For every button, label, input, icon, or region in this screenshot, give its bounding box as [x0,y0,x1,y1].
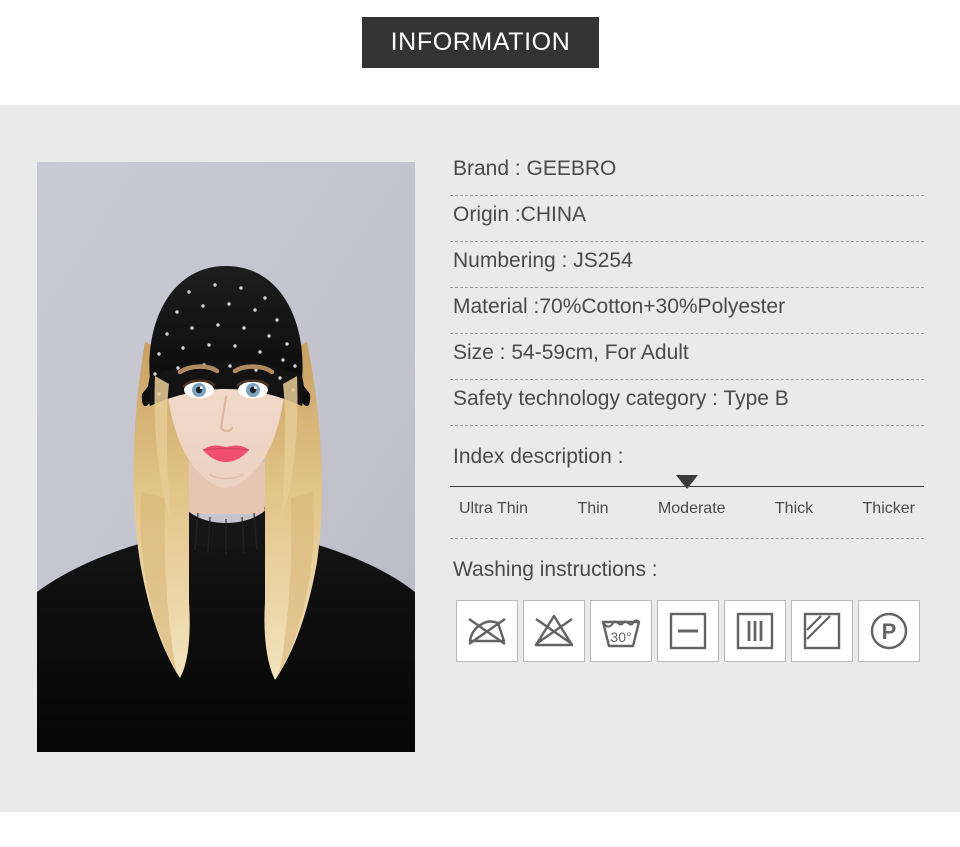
do-not-iron-icon [456,600,518,662]
page-title-banner: INFORMATION [362,17,599,68]
wash-30-degrees-icon: 30° [590,600,652,662]
drip-dry-icon [724,600,786,662]
content-panel: Brand : GEEBRO Origin :CHINA Numbering :… [0,105,960,812]
page-title: INFORMATION [390,28,571,56]
spec-material: Material :70%Cotton+30%Polyester [450,288,924,334]
information-page: INFORMATION Brand: GEEBRO Origin:CHINA… [0,0,960,847]
thickness-level-thick: Thick [774,500,814,517]
thickness-marker-triangle-icon [676,475,698,489]
spec-safety-category: Safety technology category : Type B [450,380,924,426]
thickness-scale-labels: Ultra Thin Thin Moderate Thick Thicker [450,487,924,521]
scale-divider [450,538,924,539]
spec-origin: Origin :CHINA [450,196,924,242]
dry-flat-icon [657,600,719,662]
washing-icons-row: 30° P [450,591,924,662]
dry-clean-letter: P [882,619,897,644]
product-photo-illustration [37,162,415,752]
do-not-bleach-icon [523,600,585,662]
spec-numbering: Numbering : JS254 [450,242,924,288]
wash-temperature-text: 30° [610,629,631,645]
product-photo [37,162,415,752]
spec-brand: Brand : GEEBRO [450,150,924,196]
thickness-level-ultra-thin: Ultra Thin [459,500,529,517]
thickness-level-moderate: Moderate [657,500,726,517]
thickness-level-thicker: Thicker [862,500,915,517]
spec-size: Size : 54-59cm, For Adult [450,334,924,380]
index-description-label: Index description : [453,445,624,468]
title-band: INFORMATION [0,0,960,105]
thickness-scale[interactable]: Ultra Thin Thin Moderate Thick Thicker [450,475,924,539]
washing-instructions-label: Washing instructions : [453,558,658,581]
thickness-scale-track [450,475,924,489]
thickness-level-thin: Thin [577,500,609,517]
product-info-column: Brand : GEEBRO Origin :CHINA Numbering :… [450,150,924,662]
professional-dry-clean-icon: P [858,600,920,662]
dry-in-shade-icon [791,600,853,662]
